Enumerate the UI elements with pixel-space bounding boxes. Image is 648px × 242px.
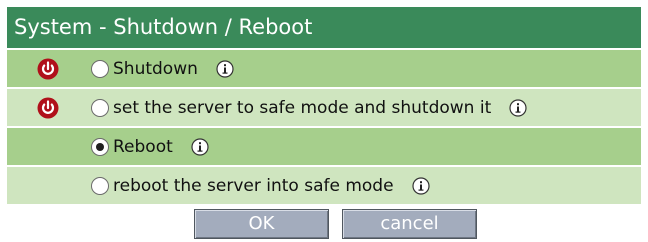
cancel-button[interactable]: cancel [342, 209, 477, 239]
power-icon [37, 97, 59, 118]
safe-shutdown-label[interactable]: set the server to safe mode and shutdown… [113, 98, 491, 118]
option-row-safe-shutdown: set the server to safe mode and shutdown… [7, 89, 641, 126]
safe-shutdown-radio[interactable] [91, 98, 109, 117]
option-row-shutdown: Shutdown [7, 50, 641, 87]
ok-button[interactable]: OK [194, 209, 329, 239]
button-bar: OK cancel [0, 209, 648, 239]
power-cell [7, 50, 91, 87]
info-icon[interactable] [191, 137, 209, 156]
option-row-reboot: Reboot [7, 128, 641, 165]
reboot-radio[interactable] [91, 137, 109, 156]
power-cell [7, 89, 91, 126]
shutdown-radio[interactable] [91, 59, 109, 78]
shutdown-reboot-panel: System - Shutdown / Reboot Shutdown set … [7, 7, 641, 204]
info-icon[interactable] [216, 59, 234, 78]
reboot-label[interactable]: Reboot [113, 137, 173, 157]
safe-reboot-label[interactable]: reboot the server into safe mode [113, 176, 394, 196]
page-title: System - Shutdown / Reboot [7, 7, 641, 48]
power-cell-empty [7, 128, 91, 165]
safe-reboot-radio[interactable] [91, 176, 109, 195]
info-icon[interactable] [411, 176, 430, 195]
shutdown-label[interactable]: Shutdown [113, 59, 198, 79]
option-row-safe-reboot: reboot the server into safe mode [7, 167, 641, 204]
power-cell-empty [7, 167, 91, 204]
power-icon [37, 58, 59, 79]
info-icon[interactable] [509, 98, 527, 117]
